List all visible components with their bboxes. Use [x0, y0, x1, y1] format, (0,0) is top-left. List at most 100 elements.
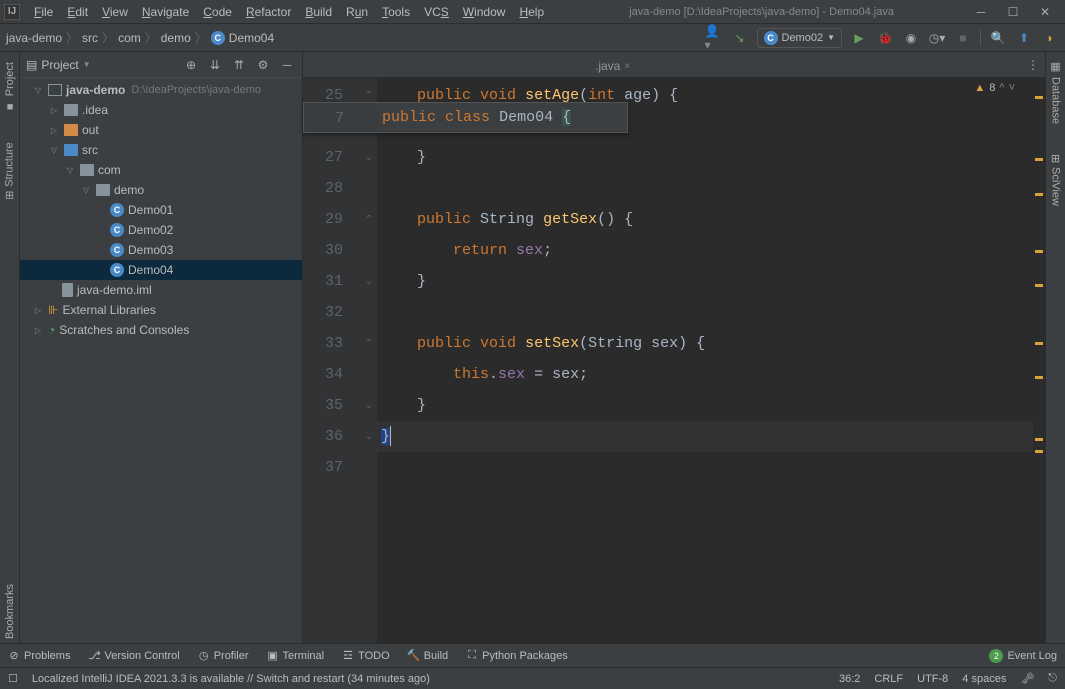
menu-navigate[interactable]: Navigate	[136, 3, 195, 21]
breadcrumb-current[interactable]: CDemo04	[211, 31, 274, 45]
error-stripe[interactable]	[1033, 78, 1045, 643]
breadcrumb-item[interactable]: com	[118, 31, 141, 45]
left-tool-strip: ■Project ⊞Structure Bookmarks	[0, 52, 20, 643]
problems-tool-button[interactable]: ⊘Problems	[8, 650, 70, 662]
source-folder-icon	[64, 144, 78, 156]
memory-indicator-icon[interactable]: ⎋	[1048, 672, 1057, 685]
minimize-button[interactable]: ─	[973, 5, 989, 19]
scratches-icon: ◔	[48, 323, 55, 337]
menu-refactor[interactable]: Refactor	[240, 3, 297, 21]
locate-icon[interactable]: ⊕	[182, 56, 200, 74]
tree-external-libs[interactable]: ▷ ⊪ External Libraries	[20, 300, 302, 320]
menu-view[interactable]: View	[96, 3, 134, 21]
structure-tool-button[interactable]: ⊞Structure	[3, 142, 16, 200]
status-sidebar-icon[interactable]: ☐	[8, 672, 18, 685]
build-tool-button[interactable]: 🔨Build	[408, 650, 448, 662]
menu-build[interactable]: Build	[299, 3, 338, 21]
editor-body[interactable]: 25 26 27 28 29 30 31 32 33 34 35 36 37 ⌃…	[303, 78, 1045, 643]
project-tool-button[interactable]: ■Project	[4, 62, 16, 112]
title-bar: IJ File Edit View Navigate Code Refactor…	[0, 0, 1065, 24]
readonly-toggle-icon[interactable]: 🗝	[1020, 672, 1034, 685]
vcs-tool-button[interactable]: ⎇Version Control	[88, 650, 179, 662]
build-hammer-icon[interactable]: ↘	[731, 29, 749, 47]
class-icon: C	[110, 203, 124, 217]
bookmarks-tool-button[interactable]: Bookmarks	[4, 584, 16, 639]
profile-button[interactable]: ◷▾	[928, 29, 946, 47]
project-panel-header: ▤Project▼ ⊕ ⇊ ⇈ ⚙ ─	[20, 52, 302, 78]
class-icon: C	[110, 263, 124, 277]
tree-folder-idea[interactable]: ▷ .idea	[20, 100, 302, 120]
event-badge-icon: 2	[989, 649, 1003, 663]
menu-window[interactable]: Window	[457, 3, 512, 21]
close-tab-icon[interactable]: ×	[624, 61, 630, 72]
tree-class-demo01[interactable]: C Demo01	[20, 200, 302, 220]
breadcrumb: java-demo 〉 src 〉 com 〉 demo 〉 CDemo04	[6, 29, 705, 46]
class-icon: C	[211, 31, 225, 45]
maximize-button[interactable]: ☐	[1005, 5, 1021, 19]
breadcrumb-item[interactable]: src	[82, 31, 98, 45]
settings-icon[interactable]: ⚙	[254, 56, 272, 74]
event-log-button[interactable]: 2 Event Log	[989, 649, 1057, 663]
module-icon	[48, 84, 62, 96]
tree-iml-file[interactable]: java-demo.iml	[20, 280, 302, 300]
right-tool-strip: ▦Database ⊞SciView	[1045, 52, 1065, 643]
coverage-button[interactable]: ◉	[902, 29, 920, 47]
warning-icon: ▲	[974, 82, 985, 94]
ide-scripting-icon[interactable]: ◗	[1041, 29, 1059, 47]
menu-code[interactable]: Code	[197, 3, 238, 21]
main-menu: File Edit View Navigate Code Refactor Bu…	[28, 3, 550, 21]
debug-button[interactable]: 🐞	[876, 29, 894, 47]
menu-vcs[interactable]: VCS	[418, 3, 455, 21]
project-panel-title[interactable]: ▤Project▼	[26, 58, 176, 72]
bottom-tool-bar: ⊘Problems ⎇Version Control ◷Profiler ▣Te…	[0, 643, 1065, 667]
editor-tab[interactable]: .java ×	[587, 55, 638, 77]
tab-options-icon[interactable]: ⋮	[1027, 58, 1039, 72]
status-message[interactable]: Localized IntelliJ IDEA 2021.3.3 is avai…	[32, 673, 825, 685]
editor-tabs: .java × ⋮	[303, 52, 1045, 78]
database-tool-button[interactable]: ▦Database	[1049, 60, 1062, 124]
menu-edit[interactable]: Edit	[61, 3, 94, 21]
profiler-tool-button[interactable]: ◷Profiler	[198, 650, 249, 662]
tree-class-demo04[interactable]: C Demo04	[20, 260, 302, 280]
update-icon[interactable]: ⬆	[1015, 29, 1033, 47]
python-packages-button[interactable]: ⛶Python Packages	[466, 650, 568, 662]
menu-help[interactable]: Help	[513, 3, 550, 21]
hide-panel-icon[interactable]: ─	[278, 56, 296, 74]
app-logo: IJ	[4, 4, 20, 20]
collapse-all-icon[interactable]: ⇈	[230, 56, 248, 74]
sciview-tool-button[interactable]: ⊞SciView	[1049, 154, 1062, 206]
code-area[interactable]: public void setAge(int age) { this.age =…	[377, 78, 1033, 643]
tree-root[interactable]: ▽ java-demoD:\IdeaProjects\java-demo	[20, 80, 302, 100]
tree-pkg-com[interactable]: ▽ com	[20, 160, 302, 180]
caret-position[interactable]: 36:2	[839, 673, 860, 685]
tree-class-demo03[interactable]: C Demo03	[20, 240, 302, 260]
close-button[interactable]: ✕	[1037, 5, 1053, 19]
navigation-bar: java-demo 〉 src 〉 com 〉 demo 〉 CDemo04 👤…	[0, 24, 1065, 52]
project-tree: ▽ java-demoD:\IdeaProjects\java-demo ▷ .…	[20, 78, 302, 643]
run-config-selector[interactable]: C Demo02 ▼	[757, 28, 843, 48]
inspection-widget[interactable]: ▲ 8 ^ ˅	[974, 82, 1015, 94]
add-config-icon[interactable]: 👤▾	[705, 29, 723, 47]
menu-file[interactable]: File	[28, 3, 59, 21]
menu-tools[interactable]: Tools	[376, 3, 416, 21]
breadcrumb-item[interactable]: java-demo	[6, 31, 62, 45]
search-everywhere-icon[interactable]: 🔍	[989, 29, 1007, 47]
tree-class-demo02[interactable]: C Demo02	[20, 220, 302, 240]
file-encoding[interactable]: UTF-8	[917, 673, 948, 685]
class-icon: C	[110, 223, 124, 237]
breadcrumb-item[interactable]: demo	[161, 31, 191, 45]
menu-run[interactable]: Run	[340, 3, 374, 21]
package-icon	[80, 164, 94, 176]
indent-setting[interactable]: 4 spaces	[962, 673, 1006, 685]
line-ending[interactable]: CRLF	[874, 673, 903, 685]
tree-pkg-demo[interactable]: ▽ demo	[20, 180, 302, 200]
terminal-tool-button[interactable]: ▣Terminal	[267, 650, 325, 662]
run-button[interactable]: ▶	[850, 29, 868, 47]
expand-all-icon[interactable]: ⇊	[206, 56, 224, 74]
todo-tool-button[interactable]: ☲TODO	[342, 650, 390, 662]
tree-folder-out[interactable]: ▷ out	[20, 120, 302, 140]
stop-button[interactable]: ■	[954, 29, 972, 47]
tree-folder-src[interactable]: ▽ src	[20, 140, 302, 160]
sticky-scroll-header[interactable]: 7 public class Demo04 {	[303, 102, 628, 133]
tree-scratches[interactable]: ▷ ◔ Scratches and Consoles	[20, 320, 302, 340]
